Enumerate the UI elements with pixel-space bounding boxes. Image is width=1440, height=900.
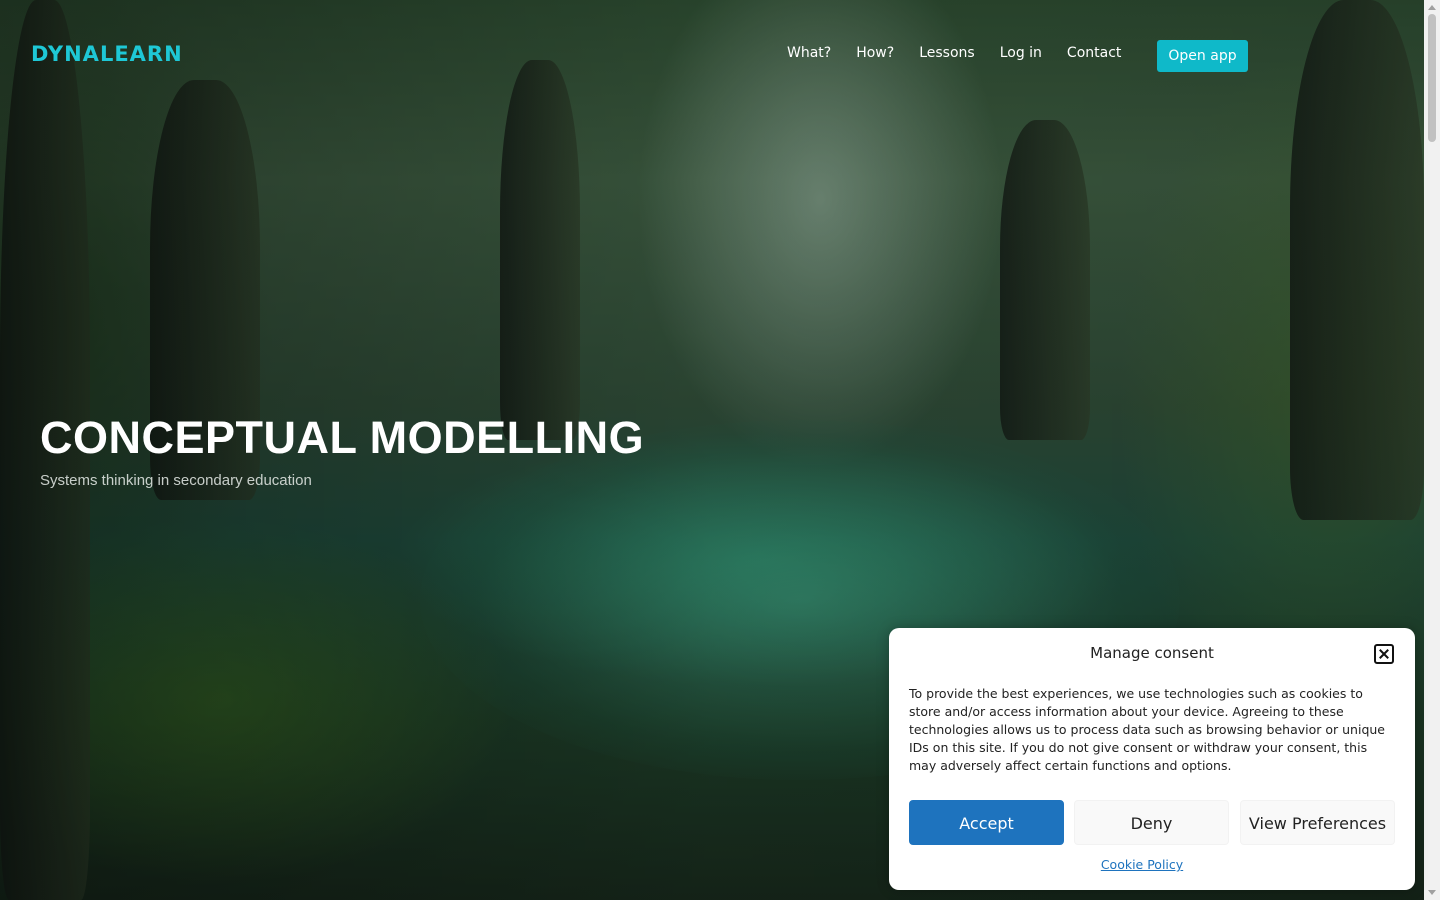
nav-how[interactable]: How?: [856, 45, 894, 61]
main-nav: What? How? Lessons Log in Contact: [787, 45, 1146, 61]
page: DYNALEARN What? How? Lessons Log in Cont…: [0, 0, 1440, 900]
hero-title: CONCEPTUAL MODELLING: [40, 412, 645, 463]
consent-title: Manage consent: [1090, 644, 1214, 662]
cookie-policy-link[interactable]: Cookie Policy: [889, 857, 1395, 872]
cookie-consent-dialog: Manage consent To provide the best exper…: [889, 628, 1415, 890]
dynalearn-logo[interactable]: DYNALEARN: [31, 42, 183, 66]
nav-lessons[interactable]: Lessons: [919, 45, 975, 61]
scroll-down-arrow-icon[interactable]: [1428, 890, 1436, 895]
site-header: DYNALEARN What? How? Lessons Log in Cont…: [0, 0, 1424, 110]
scroll-up-arrow-icon[interactable]: [1428, 5, 1436, 10]
deny-button[interactable]: Deny: [1074, 800, 1229, 845]
open-app-button[interactable]: Open app: [1157, 40, 1248, 72]
nav-log-in[interactable]: Log in: [1000, 45, 1042, 61]
hero-subtitle: Systems thinking in secondary education: [40, 472, 312, 489]
accept-button[interactable]: Accept: [909, 800, 1064, 845]
close-icon[interactable]: [1374, 644, 1394, 664]
nav-what[interactable]: What?: [787, 45, 831, 61]
consent-description: To provide the best experiences, we use …: [909, 686, 1385, 773]
page-scrollbar[interactable]: [1424, 0, 1440, 900]
scrollbar-thumb[interactable]: [1428, 14, 1436, 142]
nav-contact[interactable]: Contact: [1067, 45, 1121, 61]
view-preferences-button[interactable]: View Preferences: [1240, 800, 1395, 845]
